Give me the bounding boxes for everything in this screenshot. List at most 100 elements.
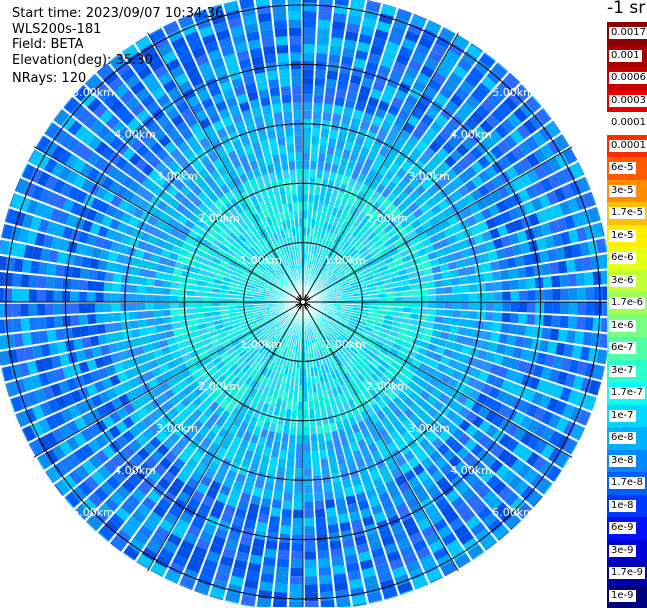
ray-gate [79,315,88,326]
ray-gate [55,265,65,277]
ray-gate [314,492,324,501]
ppi-plot: 1.00km1.00km1.00km1.00km2.00km2.00km2.00… [0,0,607,607]
ray-gate [332,565,346,575]
ray-gate [291,69,302,78]
ray-gate [96,271,106,281]
ray-gate [103,293,112,302]
ray-gate [370,302,378,306]
ray-gate [309,177,315,186]
ray-gate [112,303,121,312]
ray-gate [228,299,236,303]
ray-gate [273,11,287,20]
ray-gate [38,262,48,275]
ray-gate [310,161,317,170]
ray-gate [574,258,584,272]
ray-gate [282,103,292,112]
ray-gate [157,332,167,341]
ray-gate [304,485,313,494]
instrument-text: WLS200s-181 [12,22,101,37]
ray-gate [477,302,486,311]
ray-gate [298,410,303,418]
ray-gate [267,71,279,81]
ray-gate [332,113,342,123]
ray-gate [304,410,309,418]
ray-gate [303,144,310,153]
ray-gate [484,321,493,331]
ray-gate [303,169,309,178]
ray-gate [278,458,287,467]
ray-gate [138,277,147,286]
ray-gate [303,3,317,12]
ray-gate [293,510,303,519]
ray-gate [569,302,578,315]
ray-gate [525,326,535,338]
ray-gate [284,484,293,493]
ray-gate [323,104,333,113]
ray-gate [128,303,137,311]
ray-gate [264,156,273,166]
ray-gate [291,78,302,87]
ray-gate [113,273,122,283]
ray-gate [560,316,569,329]
ray-gate [271,508,282,518]
ray-gate [594,286,603,300]
ray-gate [278,542,290,551]
range-ring-label: 1.00km [240,254,282,267]
ray-gate [320,583,334,592]
ray-gate [518,313,527,324]
ray-gate [566,259,576,273]
ray-gate [295,468,303,477]
ray-gate [274,583,288,592]
ray-gate [273,491,283,500]
ray-gate [509,324,519,335]
ray-gate [330,540,342,550]
start-time-text: Start time: 2023/09/07 10:34:36 [12,6,223,21]
range-ring-label: 4.00km [114,464,156,477]
ray-gate [276,567,289,576]
ray-gate [482,331,492,341]
ray-gate [290,44,302,53]
colorbar-label: 1.7e-5 [609,207,645,219]
ray-gate [203,297,211,302]
colorbar-label: 1e-7 [609,410,636,422]
ray-gate [436,302,445,309]
ray-gate [70,291,79,302]
ray-gate [37,317,46,330]
ray-gate [104,313,113,323]
ray-gate [305,576,318,585]
ray-gate [336,88,347,98]
ray-gate [320,137,329,146]
ray-gate [311,136,319,145]
ray-gate [37,304,46,316]
range-ring-label: 4.00km [114,128,156,141]
ray-gate [544,302,553,314]
ray-gate [29,318,38,331]
ray-gate [39,331,49,344]
ray-gate [37,290,46,302]
ray-gate [12,289,21,303]
ray-gate [303,211,307,219]
ray-gate [137,303,146,311]
colorbar-label: 3e-5 [609,185,636,197]
range-ring-label: 3.00km [156,422,198,435]
ray-gate [411,296,419,301]
ray-gate [386,302,394,306]
ray-gate [314,484,323,493]
ray-gate [427,309,436,316]
ray-gate [499,333,509,344]
ray-gate [300,369,304,377]
ray-gate [146,278,155,286]
ray-gate [327,70,339,80]
ray-gate [500,323,510,333]
ray-gate [259,21,273,31]
ray-gate [328,54,340,64]
ray-gate [281,517,292,526]
ray-gate [268,524,280,534]
ray-gate [46,317,55,329]
ray-gate [195,297,203,302]
ray-gate [319,145,327,154]
colorbar-label: 1.7e-6 [609,297,645,309]
colorbar-label: 6e-7 [609,342,636,354]
ray-gate [297,427,303,436]
ray-gate [584,317,593,331]
